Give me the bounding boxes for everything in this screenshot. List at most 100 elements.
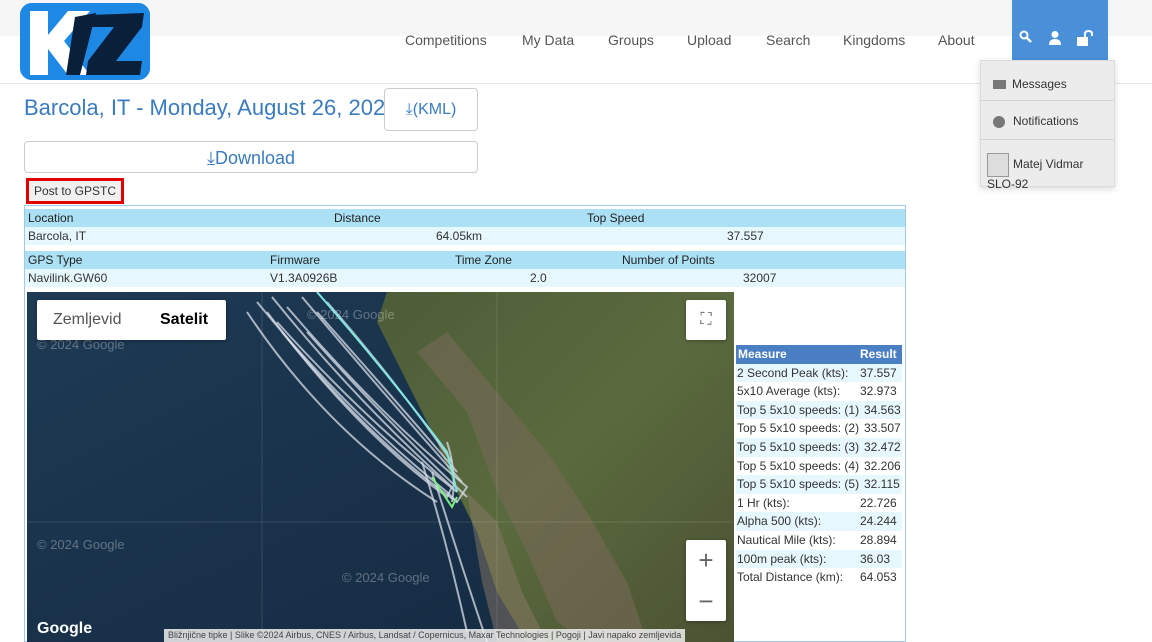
results-header-measure: Measure [738, 347, 787, 361]
value-top-speed: 37.557 [727, 229, 764, 243]
user-dropdown-menu: Messages Notifications Matej Vidmar SLO-… [980, 60, 1115, 191]
download-icon: ⤓ [405, 101, 413, 118]
nav-search[interactable]: Search [766, 32, 810, 48]
nav-my-data[interactable]: My Data [522, 32, 574, 48]
results-row: Nautical Mile (kts): 28.894 [736, 531, 902, 550]
results-row: 2 Second Peak (kts): 37.557 [736, 363, 902, 383]
nav-groups[interactable]: Groups [608, 32, 654, 48]
results-value: 22.726 [860, 495, 897, 510]
unlock-icon[interactable] [1076, 29, 1094, 51]
zoom-out-button[interactable]: − [686, 581, 726, 621]
post-to-gpstc-button[interactable]: Post to GPSTC [26, 178, 124, 204]
download-kml-label: (KML) [412, 101, 457, 118]
menu-item-notifications-label: Notifications [1013, 114, 1079, 128]
results-measure: 5x10 Average (kts): [737, 384, 841, 399]
results-row: Top 5 5x10 speeds: (1) 34.563 [736, 400, 902, 420]
header-number-of-points: Number of Points [622, 253, 715, 267]
results-row: Alpha 500 (kts): 24.244 [736, 512, 902, 532]
results-value: 32.115 [864, 477, 900, 492]
satellite-imagery [27, 292, 734, 642]
results-row: Top 5 5x10 speeds: (2) 33.507 [736, 419, 902, 439]
results-measure: Nautical Mile (kts): [737, 533, 836, 547]
kaz-logo[interactable] [20, 3, 150, 80]
results-header-row: Measure Result [736, 345, 902, 364]
results-measure: 2 Second Peak (kts): [737, 365, 849, 380]
nav-competitions[interactable]: Competitions [405, 32, 487, 48]
download-button[interactable]: ⤓Download [24, 141, 478, 173]
results-row: Top 5 5x10 speeds: (5) 32.115 [736, 475, 902, 495]
top-strip [0, 0, 1152, 36]
google-logo: Google [37, 620, 93, 637]
header-time-zone: Time Zone [455, 253, 512, 267]
value-time-zone: 2.0 [530, 271, 547, 285]
fullscreen-button[interactable]: ⛶ [686, 300, 726, 340]
zoom-in-button[interactable]: + [686, 540, 726, 580]
results-row: 100m peak (kts): 36.03 [736, 549, 902, 569]
results-row: 5x10 Average (kts): 32.973 [736, 382, 902, 402]
nav-kingdoms[interactable]: Kingdoms [843, 32, 905, 48]
results-value: 24.244 [860, 514, 897, 529]
results-measure: Top 5 5x10 speeds: (4) [737, 458, 860, 473]
menu-item-messages-label: Messages [1012, 77, 1067, 91]
results-value: 64.053 [860, 570, 897, 585]
value-location: Barcola, IT [28, 229, 87, 243]
value-distance: 64.05km [436, 229, 483, 243]
info-value-row: Navilink.GW60 V1.3A0926B 2.0 32007 [25, 269, 905, 287]
results-value: 32.973 [860, 384, 897, 399]
map-type-control: Zemljevid Satelit [37, 300, 226, 340]
zoom-control: + − [686, 540, 726, 621]
results-value: 32.206 [864, 458, 901, 473]
results-row: Total Distance (km): 64.053 [736, 568, 902, 588]
map-type-satellite[interactable]: Satelit [160, 311, 208, 329]
header-firmware: Firmware [270, 253, 320, 267]
download-icon: ⤓ [206, 148, 215, 168]
value-gps-type: Navilink.GW60 [28, 271, 108, 285]
results-measure: Top 5 5x10 speeds: (2) [737, 421, 860, 436]
menu-item-profile[interactable]: Matej Vidmar SLO-92 [981, 153, 1114, 191]
page-title: Barcola, IT - Monday, August 26, 2024 [24, 95, 398, 120]
map-watermark: © 2024 Google [342, 570, 430, 585]
menu-item-messages[interactable]: Messages [981, 77, 1114, 91]
track-map[interactable]: © 2024 Google © 2024 Google © 2024 Googl… [27, 292, 734, 642]
results-row: Top 5 5x10 speeds: (4) 32.206 [736, 456, 902, 476]
info-value-row: Barcola, IT 64.05km 37.557 [25, 227, 905, 245]
results-value: 28.894 [860, 533, 897, 547]
menu-item-notifications[interactable]: Notifications [981, 114, 1114, 128]
map-watermark: © 2024 Google [307, 307, 395, 322]
map-attribution[interactable]: Bližnjične tipke | Slike ©2024 Airbus, C… [164, 629, 686, 642]
map-type-roadmap[interactable]: Zemljevid [53, 311, 121, 329]
results-measure: Top 5 5x10 speeds: (5) [737, 477, 860, 492]
header-gps-type: GPS Type [28, 253, 83, 267]
header-top-speed: Top Speed [587, 211, 645, 225]
results-row: 1 Hr (kts): 22.726 [736, 493, 902, 513]
results-measure: Alpha 500 (kts): [737, 514, 822, 529]
kaz-logo-graphic [20, 3, 150, 80]
info-header-row: GPS Type Firmware Time Zone Number of Po… [25, 251, 905, 269]
value-number-of-points: 32007 [743, 271, 777, 285]
map-watermark: © 2024 Google [37, 537, 125, 552]
download-kml-button[interactable]: ⤓(KML) [384, 88, 478, 131]
value-firmware: V1.3A0926B [270, 271, 338, 285]
results-value: 33.507 [864, 421, 901, 436]
results-measure: 100m peak (kts): [737, 551, 827, 566]
nav-upload[interactable]: Upload [687, 32, 731, 48]
download-label: Download [214, 148, 296, 168]
header-distance: Distance [334, 211, 381, 225]
info-header-row: Location Distance Top Speed [25, 209, 905, 227]
results-header-result: Result [860, 347, 897, 361]
user-icon[interactable] [1048, 30, 1062, 51]
fullscreen-icon: ⛶ [700, 311, 712, 328]
results-value: 37.557 [860, 365, 897, 380]
envelope-icon [993, 80, 1006, 90]
results-measure: Total Distance (km): [737, 570, 844, 585]
results-measure: Top 5 5x10 speeds: (1) [737, 402, 860, 417]
info-circle-icon [993, 115, 1005, 128]
results-measure: Top 5 5x10 speeds: (3) [737, 440, 860, 454]
results-measure: 1 Hr (kts): [737, 495, 790, 510]
avatar-icon [987, 153, 1009, 177]
nav-about[interactable]: About [938, 32, 975, 48]
results-value: 32.472 [864, 440, 901, 454]
results-value: 34.563 [864, 402, 901, 417]
search-icon[interactable] [1019, 30, 1033, 49]
results-value: 36.03 [860, 551, 891, 566]
